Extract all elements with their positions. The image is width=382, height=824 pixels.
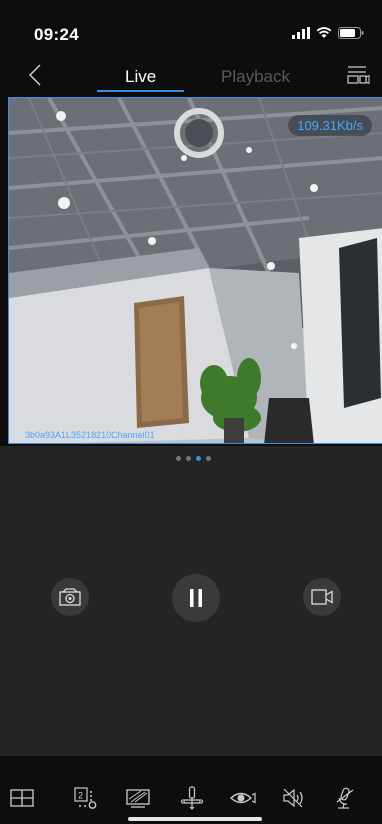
speaker-button[interactable] [280, 784, 308, 812]
speaker-mute-icon [283, 788, 303, 808]
status-time: 09:24 [34, 25, 79, 44]
page-dot-active [196, 456, 201, 461]
page-dot [176, 456, 181, 461]
nav-bar: Live Playback [0, 58, 382, 98]
tab-live[interactable]: Live [125, 67, 156, 87]
microphone-button[interactable] [331, 784, 359, 812]
tab-playback[interactable]: Playback [221, 67, 290, 87]
battery-icon [338, 27, 364, 39]
snapshot-button[interactable] [51, 578, 89, 616]
live-video-feed[interactable]: 109.31Kb/s 3b0a93A1L35218210Channel01 [8, 97, 382, 444]
page-dot [186, 456, 191, 461]
signal-icon [292, 27, 310, 39]
home-indicator [128, 817, 262, 821]
active-tab-indicator [97, 90, 184, 92]
view-mode-button[interactable] [229, 784, 257, 812]
device-list-button[interactable] [344, 62, 370, 88]
stream-quality-button[interactable]: 2 [72, 784, 100, 812]
view-eye-icon [229, 792, 256, 804]
chevron-left-icon [29, 64, 41, 86]
video-record-icon [311, 589, 333, 605]
bottom-toolbar: 2 [0, 764, 382, 824]
bitrate-badge: 109.31Kb/s [288, 115, 372, 136]
display-mode-button[interactable] [124, 784, 152, 812]
ptz-button[interactable] [178, 784, 206, 812]
ptz-joystick-icon [180, 786, 204, 810]
display-mode-icon [126, 789, 150, 808]
record-button[interactable] [303, 578, 341, 616]
camera-scene [9, 98, 382, 443]
wifi-icon [316, 27, 332, 38]
pause-icon [190, 589, 202, 607]
camera-icon [59, 588, 81, 606]
microphone-mute-icon [336, 787, 354, 809]
layout-button[interactable] [8, 784, 36, 812]
back-button[interactable] [20, 60, 50, 90]
layout-grid-icon [10, 789, 34, 807]
channel-label: 3b0a93A1L35218210Channel01 [25, 430, 155, 440]
stream-quality-icon: 2 [74, 787, 97, 809]
status-bar: 09:24 [0, 0, 382, 54]
page-indicator [176, 456, 211, 461]
pause-button[interactable] [172, 574, 220, 622]
device-list-icon [347, 66, 370, 85]
svg-text:2: 2 [78, 791, 83, 801]
status-icons [292, 27, 364, 39]
page-dot [206, 456, 211, 461]
